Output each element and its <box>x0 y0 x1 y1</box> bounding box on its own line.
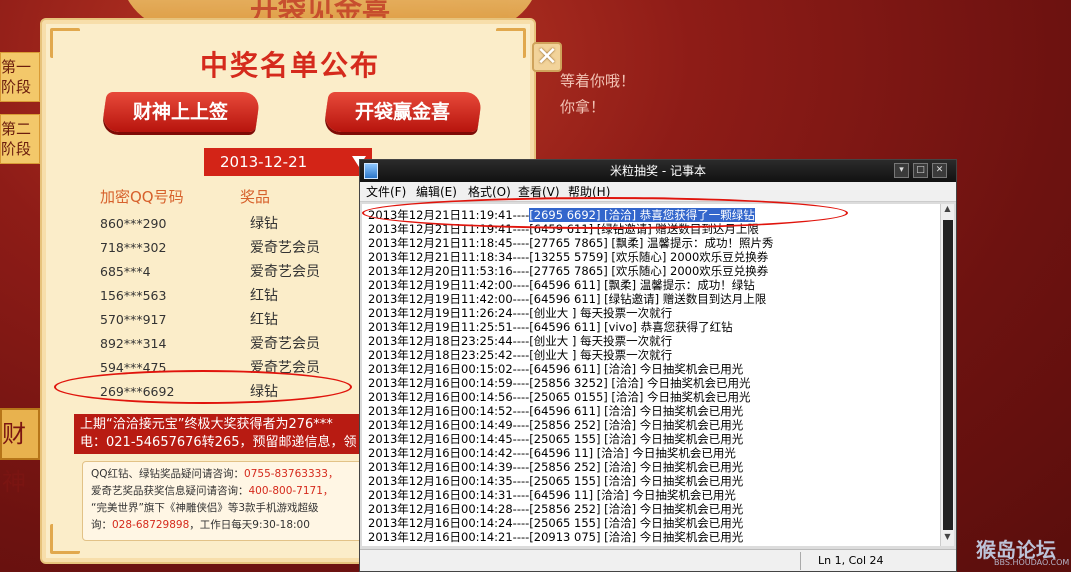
winner-row: 156***563 红钻 <box>100 284 400 308</box>
bg-fragment-1: 等着你哦！ <box>560 72 636 90</box>
text-line: 2013年12月16日00:14:49----[25856 252] [洽洽] … <box>368 418 744 432</box>
text-line: 2013年12月16日00:14:28----[25856 252] [洽洽] … <box>368 502 744 516</box>
info-label: QQ红钻、绿钻奖品疑问请咨询： <box>91 468 245 480</box>
caishen-draw-button[interactable]: 财神上上签 <box>101 92 261 132</box>
text-line: 2013年12月16日00:14:42----[64596 11] [洽洽] 今… <box>368 446 736 460</box>
highlight-ellipse-winner <box>54 370 352 404</box>
stage-tab-2-line2: 阶段 <box>1 140 32 158</box>
winner-qq: 892***314 <box>100 336 167 351</box>
column-header-qq: 加密QQ号码 <box>100 188 184 206</box>
stage-tab-1-line1: 第一 <box>1 58 32 76</box>
maximize-icon[interactable]: □ <box>913 163 928 178</box>
info-phone: 028-68729898 <box>112 519 190 531</box>
scroll-up-icon[interactable]: ▲ <box>941 204 954 218</box>
winner-row: 570***917 红钻 <box>100 308 400 332</box>
winner-qq: 718***302 <box>100 240 167 255</box>
winner-prize: 爱奇艺会员 <box>250 336 320 352</box>
last-period-notice: 上期“洽洽接元宝”终极大奖获得者为276*** 电：021-54657676转2… <box>74 414 364 454</box>
notice-line-2: 电：021-54657676转265，预留邮递信息，领 <box>80 435 357 450</box>
text-line: 2013年12月21日11:18:45----[27765 7865] [飘柔]… <box>368 236 774 250</box>
text-line: 2013年12月16日00:14:31----[64596 11] [洽洽] 今… <box>368 488 736 502</box>
text-line: 2013年12月18日23:25:44----[创业大 ] 每天投票一次就行 <box>368 334 673 348</box>
menu-edit[interactable]: 编辑(E) <box>416 182 457 202</box>
winner-row: 892***314 爱奇艺会员 <box>100 332 400 356</box>
text-line: 2013年12月21日11:18:34----[13255 5759] [欢乐随… <box>368 250 769 264</box>
info-hours: ，工作日每天9:30-18:00 <box>189 519 310 531</box>
winner-row: 685***4 爱奇艺会员 <box>100 260 400 284</box>
notepad-title: 米粒抽奖 - 记事本 <box>610 164 706 178</box>
open-bag-label: 开袋赢金喜 <box>355 101 451 123</box>
winner-qq: 156***563 <box>100 288 167 303</box>
info-line: “完美世界”旗下《神雕侠侣》等3款手机游戏超级 <box>91 500 363 517</box>
winner-prize: 红钻 <box>250 288 278 304</box>
notice-line-1: 上期“洽洽接元宝”终极大奖获得者为276*** <box>80 417 333 432</box>
status-divider <box>800 552 801 570</box>
notepad-app-icon <box>364 163 378 179</box>
open-bag-button[interactable]: 开袋赢金喜 <box>323 92 483 132</box>
info-phone: 400-800-7171， <box>248 485 334 497</box>
text-line: 2013年12月18日23:25:42----[创业大 ] 每天投票一次就行 <box>368 348 673 362</box>
vertical-scrollbar[interactable]: ▲ ▼ <box>940 204 954 546</box>
scroll-down-icon[interactable]: ▼ <box>941 532 954 546</box>
info-phone: 0755-83763333， <box>244 468 339 480</box>
text-line: 2013年12月19日11:42:00----[64596 611] [绿钻邀请… <box>368 292 767 306</box>
stage-tab-2-line1: 第二 <box>1 120 32 138</box>
text-line: 2013年12月16日00:15:02----[64596 611] [洽洽] … <box>368 362 744 376</box>
text-line: 2013年12月19日11:26:24----[创业大 ] 每天投票一次就行 <box>368 306 673 320</box>
menu-file[interactable]: 文件(F) <box>366 182 406 202</box>
text-line: 2013年12月16日00:14:35----[25065 155] [洽洽] … <box>368 474 744 488</box>
text-line: 2013年12月16日00:14:24----[25065 155] [洽洽] … <box>368 516 744 530</box>
date-select[interactable]: 2013-12-21 <box>204 148 372 176</box>
info-line: 爱奇艺奖品获奖信息疑问请咨询：400-800-7171， <box>91 483 363 500</box>
notepad-text-area[interactable]: 2013年12月21日11:19:41----[2695 6692] [洽洽] … <box>362 204 940 546</box>
info-line: 询：028-68729898，工作日每天9:30-18:00 <box>91 517 363 534</box>
text-line: 2013年12月20日11:53:16----[27765 7865] [欢乐随… <box>368 264 769 278</box>
winner-prize: 绿钻 <box>250 216 278 232</box>
text-line: 2013年12月16日00:14:39----[25856 252] [洽洽] … <box>368 460 744 474</box>
winner-prize: 爱奇艺会员 <box>250 264 320 280</box>
text-line: 2013年12月16日00:14:52----[64596 611] [洽洽] … <box>368 404 744 418</box>
close-icon[interactable]: ✕ <box>532 42 562 72</box>
winner-prize: 红钻 <box>250 312 278 328</box>
info-label: “完美世界”旗下《神雕侠侣》等3款手机游戏超级 <box>91 502 319 514</box>
text-line: 2013年12月16日00:14:56----[25065 0155] [洽洽]… <box>368 390 751 404</box>
text-line: 2013年12月19日11:25:51----[64596 611] [vivo… <box>368 320 733 334</box>
text-line: 2013年12月16日00:14:45----[25065 155] [洽洽] … <box>368 432 744 446</box>
winner-qq: 860***290 <box>100 216 167 231</box>
stage-tab-1-line2: 阶段 <box>1 78 32 96</box>
notepad-titlebar[interactable]: 米粒抽奖 - 记事本 ▾ □ ✕ <box>360 160 956 182</box>
date-select-value: 2013-12-21 <box>220 153 308 171</box>
stage-tab-1[interactable]: 第一 阶段 <box>0 52 40 102</box>
text-line: 2013年12月19日11:42:00----[64596 611] [飘柔] … <box>368 278 755 292</box>
panel-title: 中奖名单公布 <box>199 49 380 82</box>
winner-qq: 570***917 <box>100 312 167 327</box>
cursor-position: Ln 1, Col 24 <box>818 554 884 567</box>
text-line: 2013年12月16日00:14:59----[25856 3252] [洽洽]… <box>368 376 751 390</box>
text-line: 2013年12月16日00:14:21----[20913 075] [洽洽] … <box>368 530 744 544</box>
scroll-thumb[interactable] <box>943 220 953 530</box>
contact-info-box: QQ红钻、绿钻奖品疑问请咨询：0755-83763333， 爱奇艺奖品获奖信息疑… <box>82 461 364 541</box>
winner-row: 718***302 爱奇艺会员 <box>100 236 400 260</box>
info-line: QQ红钻、绿钻奖品疑问请咨询：0755-83763333， <box>91 466 363 483</box>
corner-ornament <box>50 524 80 554</box>
stage-tab-2[interactable]: 第二 阶段 <box>0 114 40 164</box>
notepad-statusbar: Ln 1, Col 24 <box>360 549 956 571</box>
highlight-ellipse-log <box>362 197 848 229</box>
info-label: 询： <box>91 519 112 531</box>
winner-prize: 爱奇艺会员 <box>250 240 320 256</box>
info-label: 爱奇艺奖品获奖信息疑问请咨询： <box>91 485 249 497</box>
bg-fragment-2: 你拿！ <box>560 98 606 116</box>
caishen-draw-label: 财神上上签 <box>133 101 229 123</box>
winner-row: 860***290 绿钻 <box>100 212 400 236</box>
winner-qq: 685***4 <box>100 264 151 279</box>
column-header-prize: 奖品 <box>240 188 271 206</box>
minimize-icon[interactable]: ▾ <box>894 163 909 178</box>
close-window-icon[interactable]: ✕ <box>932 163 947 178</box>
caishen-side-button[interactable]: 财神 <box>0 408 40 496</box>
site-watermark-url: BBS.HOUDAO.COM <box>994 558 1070 567</box>
